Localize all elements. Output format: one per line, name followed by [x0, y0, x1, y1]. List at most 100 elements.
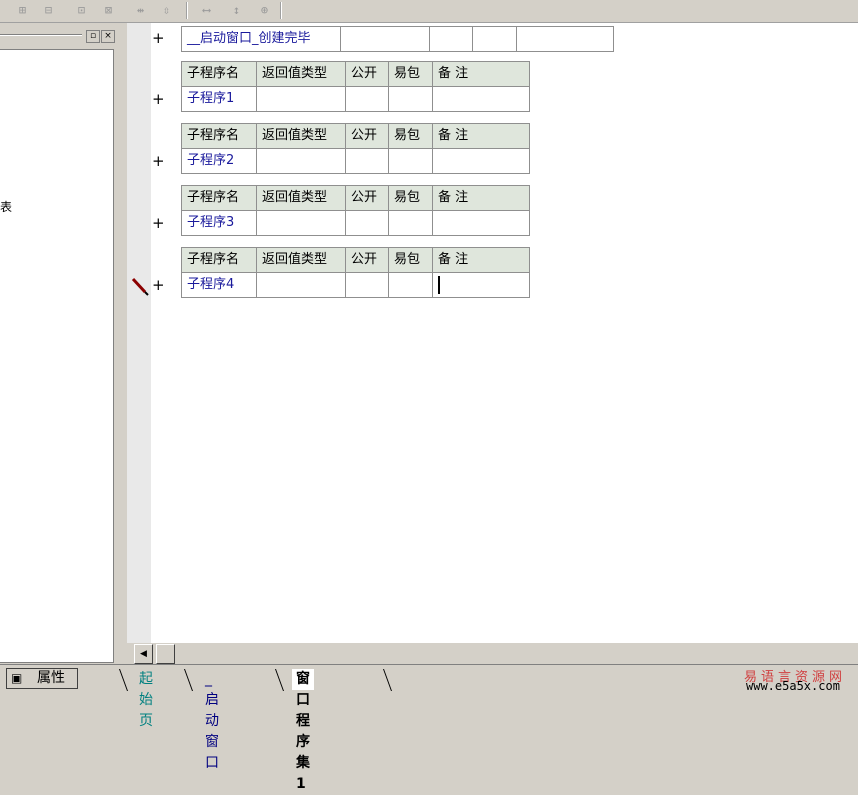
col-header-package: 易包: [388, 123, 433, 149]
editor-gutter: [127, 23, 151, 643]
splitter[interactable]: [118, 23, 126, 695]
col-header-name: 子程序名: [181, 185, 257, 211]
table-cell[interactable]: [472, 26, 517, 52]
tab-window-assembly-active[interactable]: 窗口程序集1: [292, 669, 314, 792]
same-height-icon[interactable]: ⇳: [158, 2, 175, 18]
scroll-left-icon[interactable]: ◀: [134, 644, 153, 664]
sub-table-2: 子程序名 返回值类型 公开 易包 备 注 子程序2: [181, 123, 530, 174]
public-cell[interactable]: [345, 86, 389, 112]
toolbar: ⊞ ⊟ ⊡ ⊠ ⇹ ⇳ ⟷ ↕ ⊕: [0, 0, 858, 23]
event-table: __启动窗口_创建完毕: [181, 26, 614, 52]
panel-text-fragment: 表: [0, 200, 13, 214]
expand-icon[interactable]: +: [152, 29, 165, 47]
sub-table-3: 子程序名 返回值类型 公开 易包 备 注 子程序3: [181, 185, 530, 236]
sub-table-4: 子程序名 返回值类型 公开 易包 备 注 子程序4: [181, 247, 530, 298]
note-cell[interactable]: [432, 86, 530, 112]
col-header-name: 子程序名: [181, 61, 257, 87]
align-middle-icon[interactable]: ⊠: [100, 2, 117, 18]
col-header-public: 公开: [345, 61, 389, 87]
code-editor[interactable]: [127, 23, 858, 643]
col-header-return: 返回值类型: [256, 247, 346, 273]
restore-icon[interactable]: ▫: [86, 30, 100, 43]
table-row: 子程序4: [181, 272, 530, 298]
note-cell[interactable]: [432, 210, 530, 236]
pencil-icon: [131, 277, 149, 296]
align-bottom-icon[interactable]: ⊡: [73, 2, 90, 18]
public-cell[interactable]: [345, 210, 389, 236]
left-panel: ▫ × 表: [0, 23, 118, 664]
public-cell[interactable]: [345, 148, 389, 174]
table-cell[interactable]: [516, 26, 614, 52]
col-header-package: 易包: [388, 247, 433, 273]
package-cell[interactable]: [388, 86, 433, 112]
tab-divider: [118, 669, 128, 691]
horizontal-scrollbar[interactable]: ◀: [127, 643, 858, 664]
col-header-package: 易包: [388, 61, 433, 87]
note-cell[interactable]: [432, 148, 530, 174]
package-cell[interactable]: [388, 210, 433, 236]
expand-icon[interactable]: +: [152, 90, 165, 108]
return-type-cell[interactable]: [256, 210, 346, 236]
sub-name-cell[interactable]: 子程序4: [181, 272, 257, 298]
align-icon[interactable]: ⊞: [14, 2, 31, 18]
table-cell[interactable]: [340, 26, 430, 52]
hspace-icon[interactable]: ⟷: [198, 2, 215, 18]
col-header-note: 备 注: [432, 61, 530, 87]
table-row: 子程序2: [181, 148, 530, 174]
col-header-name: 子程序名: [181, 123, 257, 149]
tab-start-page[interactable]: 起始页: [135, 669, 157, 729]
note-cell-active[interactable]: [432, 272, 530, 298]
col-header-note: 备 注: [432, 185, 530, 211]
col-header-note: 备 注: [432, 123, 530, 149]
table-row: 子程序3: [181, 210, 530, 236]
scroll-thumb[interactable]: [156, 644, 175, 664]
center-icon[interactable]: ⊕: [256, 2, 273, 18]
bottom-bar: ▣ 属性 起始页 _启动窗口 窗口程序集1 易语言资源网 www.e5a5x.c…: [0, 664, 858, 792]
close-icon[interactable]: ×: [101, 30, 115, 43]
tab-divider: [183, 669, 193, 691]
package-cell[interactable]: [388, 272, 433, 298]
expand-icon[interactable]: +: [152, 152, 165, 170]
tab-divider: [382, 669, 392, 691]
toolbar-separator: [186, 2, 188, 19]
expand-icon[interactable]: +: [152, 276, 165, 294]
text-cursor: [438, 275, 440, 294]
col-header-name: 子程序名: [181, 247, 257, 273]
return-type-cell[interactable]: [256, 272, 346, 298]
sub-name-cell[interactable]: 子程序2: [181, 148, 257, 174]
table-cell[interactable]: [429, 26, 473, 52]
table-header-row: 子程序名 返回值类型 公开 易包 备 注: [181, 247, 530, 273]
col-header-note: 备 注: [432, 247, 530, 273]
table-header-row: 子程序名 返回值类型 公开 易包 备 注: [181, 61, 530, 87]
sub-name-cell[interactable]: 子程序1: [181, 86, 257, 112]
table-header-row: 子程序名 返回值类型 公开 易包 备 注: [181, 185, 530, 211]
sub-name-cell[interactable]: 子程序3: [181, 210, 257, 236]
panel-content[interactable]: 表: [0, 49, 114, 663]
watermark-url: www.e5a5x.com: [746, 679, 840, 693]
properties-label: 属性: [37, 670, 65, 686]
toolbar-separator: [280, 2, 282, 19]
package-cell[interactable]: [388, 148, 433, 174]
panel-grip[interactable]: [0, 34, 82, 36]
tab-divider: [274, 669, 284, 691]
properties-icon: ▣: [11, 671, 23, 685]
vspace-icon[interactable]: ↕: [228, 2, 245, 18]
same-width-icon[interactable]: ⇹: [132, 2, 149, 18]
col-header-public: 公开: [345, 247, 389, 273]
properties-tab[interactable]: ▣ 属性: [6, 668, 78, 689]
panel-titlebar: ▫ ×: [0, 27, 116, 43]
expand-icon[interactable]: +: [152, 214, 165, 232]
col-header-return: 返回值类型: [256, 61, 346, 87]
align-top-icon[interactable]: ⊟: [40, 2, 57, 18]
tab-startup-window[interactable]: _启动窗口: [201, 669, 223, 771]
return-type-cell[interactable]: [256, 86, 346, 112]
public-cell[interactable]: [345, 272, 389, 298]
col-header-return: 返回值类型: [256, 185, 346, 211]
table-row: 子程序1: [181, 86, 530, 112]
table-header-row: 子程序名 返回值类型 公开 易包 备 注: [181, 123, 530, 149]
col-header-public: 公开: [345, 123, 389, 149]
col-header-package: 易包: [388, 185, 433, 211]
return-type-cell[interactable]: [256, 148, 346, 174]
table-row: __启动窗口_创建完毕: [181, 26, 614, 52]
event-name-cell[interactable]: __启动窗口_创建完毕: [181, 26, 341, 52]
